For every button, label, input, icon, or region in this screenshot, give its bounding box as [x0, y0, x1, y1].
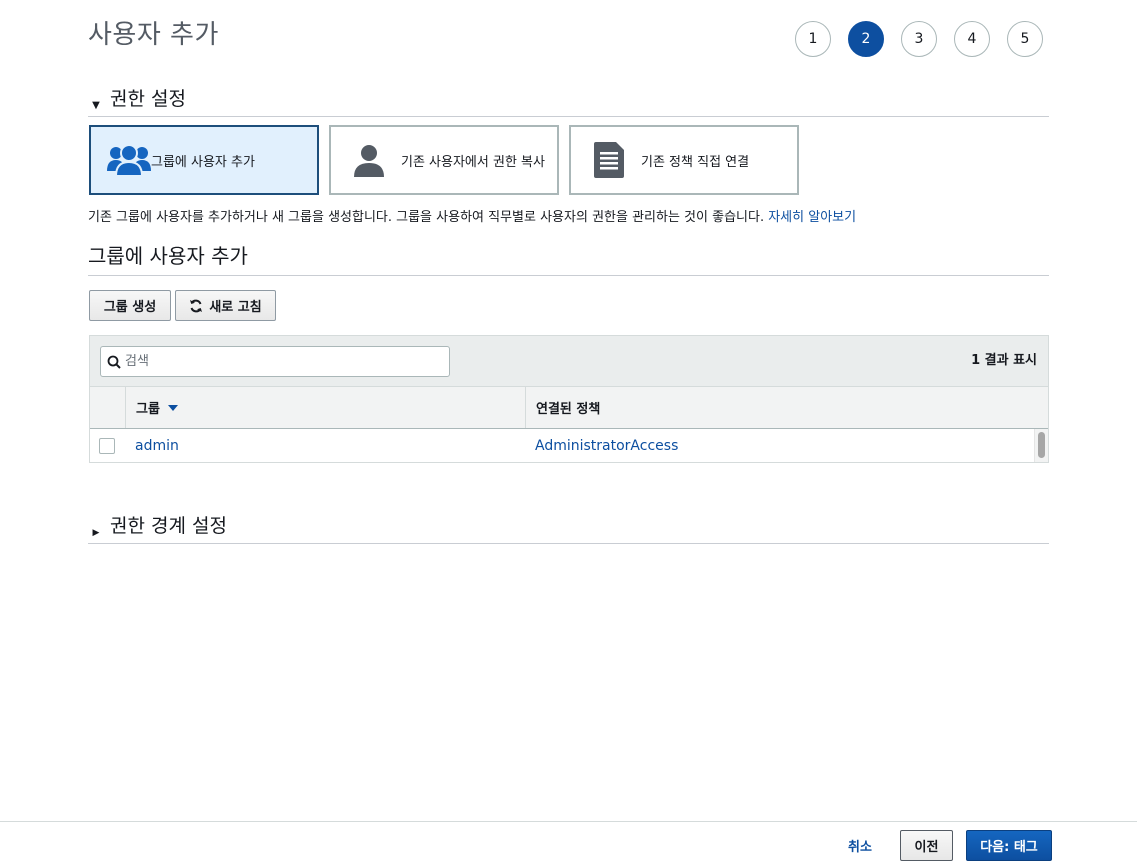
refresh-button[interactable]: 새로 고침 — [175, 290, 276, 321]
caret-down-icon: ▼ — [92, 100, 100, 111]
option-copy-from-user-label: 기존 사용자에서 권한 복사 — [401, 154, 545, 170]
step-4[interactable]: 4 — [954, 21, 990, 57]
step-2-current[interactable]: 2 — [848, 21, 884, 57]
table-row: admin AdministratorAccess — [90, 429, 1048, 462]
description-text: 기존 그룹에 사용자를 추가하거나 새 그룹을 생성합니다. 그룹을 사용하여 … — [88, 210, 769, 225]
sort-desc-icon — [167, 404, 178, 411]
user-icon — [345, 140, 393, 180]
table-header: 그룹 연결된 정책 — [90, 387, 1048, 429]
page-title: 사용자 추가 — [88, 20, 219, 50]
scrollbar-thumb[interactable] — [1038, 432, 1045, 458]
boundary-section-toggle[interactable]: ▶ 권한 경계 설정 — [88, 511, 1049, 544]
permissions-section-toggle[interactable]: ▼ 권한 설정 — [88, 84, 1049, 117]
permission-options: 그룹에 사용자 추가 기존 사용자에서 권한 복사 기존 정책 직접 연결 — [89, 125, 799, 195]
refresh-button-label: 새로 고침 — [209, 300, 262, 315]
step-3[interactable]: 3 — [901, 21, 937, 57]
policy-cell: AdministratorAccess — [525, 429, 1048, 462]
row-checkbox[interactable] — [99, 437, 115, 454]
search-box[interactable] — [100, 346, 450, 377]
option-attach-policy-label: 기존 정책 직접 연결 — [641, 154, 750, 170]
step-1[interactable]: 1 — [795, 21, 831, 57]
wizard-footer: 취소 이전 다음: 태그 — [0, 821, 1137, 866]
table-toolbar: 1 결과 표시 — [90, 336, 1048, 387]
search-icon — [107, 355, 121, 369]
learn-more-link[interactable]: 자세히 알아보기 — [768, 210, 856, 225]
next-tags-button[interactable]: 다음: 태그 — [966, 830, 1052, 861]
group-link[interactable]: admin — [135, 438, 179, 454]
option-add-to-group[interactable]: 그룹에 사용자 추가 — [89, 125, 319, 195]
users-group-icon — [105, 140, 153, 180]
groups-table: 1 결과 표시 그룹 연결된 정책 admin AdministratorAcc… — [89, 335, 1049, 463]
select-column-header — [90, 387, 125, 428]
group-section-title: 그룹에 사용자 추가 — [88, 240, 1049, 276]
create-group-button[interactable]: 그룹 생성 — [89, 290, 171, 321]
caret-right-icon: ▶ — [92, 528, 100, 538]
step-5[interactable]: 5 — [1007, 21, 1043, 57]
policy-link[interactable]: AdministratorAccess — [535, 438, 678, 454]
policy-column-header: 연결된 정책 — [525, 387, 1048, 428]
permissions-section-title: 권한 설정 — [110, 88, 186, 110]
document-icon — [585, 140, 633, 180]
previous-button[interactable]: 이전 — [900, 830, 953, 861]
row-select-cell — [90, 429, 125, 462]
boundary-section-title: 권한 경계 설정 — [110, 515, 227, 537]
search-input[interactable] — [125, 354, 425, 369]
cancel-link[interactable]: 취소 — [848, 836, 872, 855]
option-add-to-group-label: 그룹에 사용자 추가 — [151, 154, 255, 170]
refresh-icon — [189, 299, 203, 313]
option-copy-from-user[interactable]: 기존 사용자에서 권한 복사 — [329, 125, 559, 195]
group-column-label: 그룹 — [136, 402, 160, 417]
permissions-description: 기존 그룹에 사용자를 추가하거나 새 그룹을 생성합니다. 그룹을 사용하여 … — [88, 206, 856, 225]
group-column-header[interactable]: 그룹 — [125, 387, 525, 428]
table-scrollbar[interactable] — [1034, 429, 1048, 462]
group-cell: admin — [125, 429, 525, 462]
option-attach-policy[interactable]: 기존 정책 직접 연결 — [569, 125, 799, 195]
result-count: 1 결과 표시 — [971, 353, 1037, 368]
wizard-steps: 1 2 3 4 5 — [795, 21, 1043, 57]
